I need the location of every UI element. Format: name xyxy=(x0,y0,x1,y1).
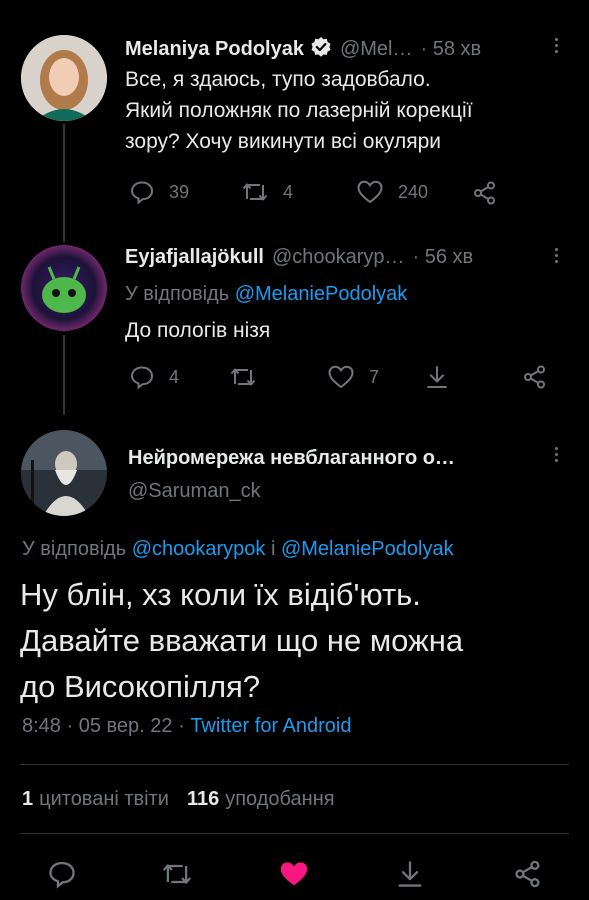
retweet-icon xyxy=(242,183,268,201)
retweet-icon xyxy=(162,864,192,884)
author-name[interactable]: Нейромережа невблаганного о… xyxy=(128,447,455,470)
like-count: 240 xyxy=(398,181,429,202)
reply-button[interactable]: 39 xyxy=(129,179,189,205)
like-button-active[interactable] xyxy=(278,859,310,889)
tweet-source-link[interactable]: Twitter for Android xyxy=(190,715,351,737)
like-icon xyxy=(357,180,383,204)
like-icon xyxy=(280,862,308,886)
author-name[interactable]: Eyjafjallajökull xyxy=(125,246,264,269)
tweet-text: Все, я здаюсь, тупо задовбало. Який поло… xyxy=(125,68,473,153)
reply-icon xyxy=(130,366,154,390)
likes-label[interactable]: уподобання xyxy=(225,788,334,811)
share-icon xyxy=(515,860,540,888)
more-icon[interactable] xyxy=(553,38,559,56)
share-button[interactable] xyxy=(522,364,548,390)
download-icon xyxy=(398,861,422,887)
mention-link[interactable]: @chookarypok xyxy=(132,538,266,560)
reply-context: У відповідь @MelaniePodolyak xyxy=(125,283,408,305)
tweet-meta: 8:48 · 05 вер. 22 · Twitter for Android xyxy=(22,715,352,737)
avatar-eyjafjallajokull[interactable] xyxy=(21,245,107,331)
share-icon xyxy=(474,181,495,205)
more-icon[interactable] xyxy=(553,248,559,266)
tweet-time: · 58 хв xyxy=(420,38,482,60)
share-icon xyxy=(524,365,545,389)
divider xyxy=(20,833,569,834)
download-button[interactable] xyxy=(424,364,450,390)
verified-badge-icon xyxy=(310,36,332,63)
retweet-button[interactable]: 4 xyxy=(241,179,293,205)
tweet-date: 05 вер. 22 xyxy=(78,715,173,737)
author-name[interactable]: Melaniya Podolyak xyxy=(125,38,304,61)
retweet-button[interactable] xyxy=(161,859,193,889)
tweet-time: 8:48 xyxy=(22,715,61,737)
reply-button[interactable]: 4 xyxy=(129,364,179,390)
author-handle[interactable]: @Mel… xyxy=(340,38,413,61)
download-icon xyxy=(427,366,447,388)
avatar-saruman[interactable] xyxy=(21,430,107,516)
quotes-count[interactable]: 1 xyxy=(22,788,33,811)
divider xyxy=(20,764,569,765)
share-button[interactable] xyxy=(472,180,498,206)
tweet-time: · 56 хв xyxy=(412,246,474,268)
like-button[interactable]: 7 xyxy=(327,364,379,390)
reply-icon xyxy=(130,181,154,205)
reply-icon xyxy=(49,861,75,889)
like-icon xyxy=(328,365,354,389)
share-button[interactable] xyxy=(513,859,543,889)
tweet-stats: 1 цитовані твіти 116 уподобання xyxy=(22,788,335,811)
author-handle[interactable]: @chookaryp… xyxy=(272,246,405,269)
thread-line xyxy=(63,124,65,242)
reply-count: 39 xyxy=(169,181,190,202)
more-icon[interactable] xyxy=(553,447,559,465)
mention-link[interactable]: @MelaniePodolyak xyxy=(235,283,408,305)
main-tweet-text: Ну блін, хз коли їх відіб'ють. Давайте в… xyxy=(20,577,464,704)
likes-count[interactable]: 116 xyxy=(187,788,219,811)
tweet-text: До пологів нізя xyxy=(125,319,271,342)
thread-line xyxy=(63,335,65,415)
retweet-icon xyxy=(230,368,256,386)
avatar-melaniya[interactable] xyxy=(21,35,107,121)
retweet-count: 4 xyxy=(283,181,294,202)
author-handle[interactable]: @Saruman_ck xyxy=(128,480,261,503)
download-button[interactable] xyxy=(395,859,425,889)
like-count: 7 xyxy=(369,366,380,387)
like-button[interactable]: 240 xyxy=(356,179,428,205)
reply-context: У відповідь @chookarypok і @MelaniePodol… xyxy=(22,538,454,560)
retweet-button[interactable] xyxy=(229,364,257,390)
reply-count: 4 xyxy=(169,366,180,387)
reply-button[interactable] xyxy=(47,859,77,889)
mention-link[interactable]: @MelaniePodolyak xyxy=(281,538,454,560)
quotes-label[interactable]: цитовані твіти xyxy=(39,788,169,811)
